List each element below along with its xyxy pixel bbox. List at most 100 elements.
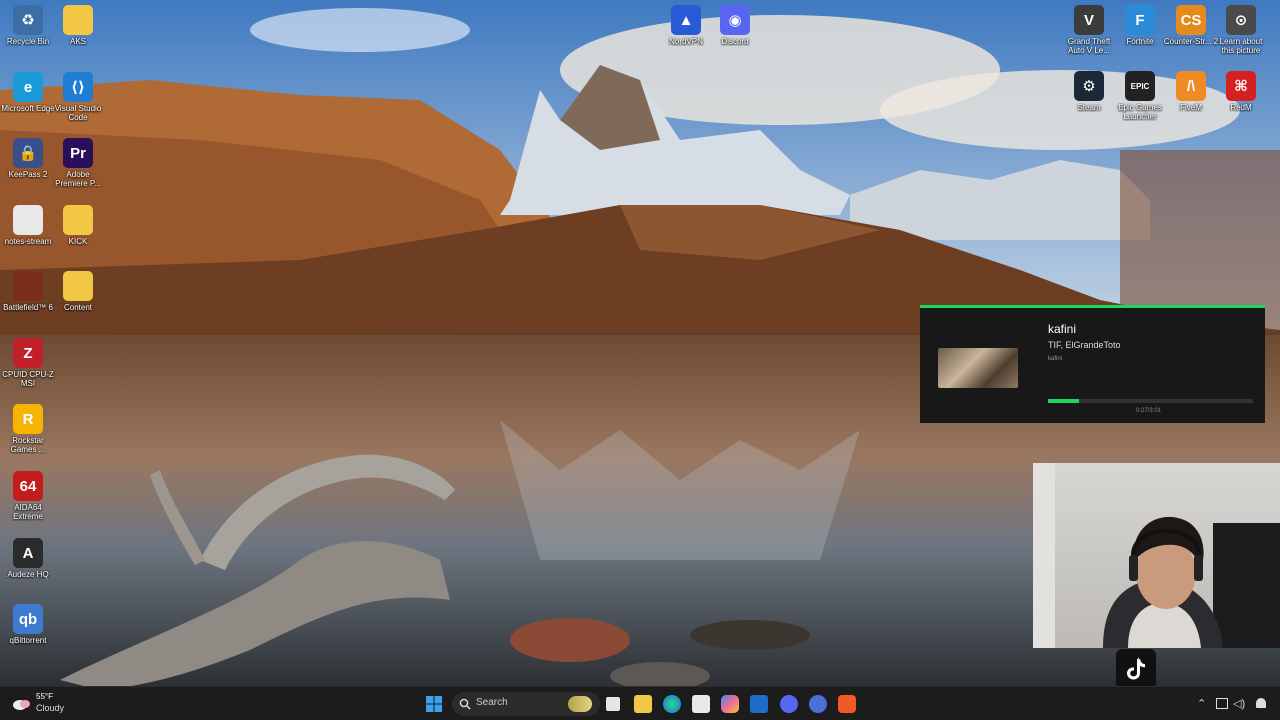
track-title: kafini: [1048, 322, 1077, 336]
progress-bar[interactable]: [1048, 399, 1253, 403]
desktop-icon-label: Learn about this picture: [1219, 37, 1263, 55]
gta-v-icon: V: [1074, 5, 1104, 35]
desktop-icon-label: Adobe Premiere P...: [55, 170, 101, 188]
desktop-icon-label: qBittorrent: [9, 636, 47, 645]
counter-strike-icon: CS: [1176, 5, 1206, 35]
taskbar-search[interactable]: Search: [452, 692, 600, 716]
chevron-up-icon[interactable]: ⌃: [1197, 697, 1206, 710]
desktop-icon-label: Discord: [721, 37, 749, 46]
desktop-icon[interactable]: notes-stream: [0, 205, 56, 246]
chrome-dino-icon: [568, 696, 592, 712]
desktop-icon-label: Microsoft Edge: [1, 104, 55, 113]
desktop-icon[interactable]: ⟨⟩ Visual Studio Code: [50, 72, 106, 122]
track-time: 0:27/3:01: [1136, 408, 1162, 414]
fortnite-icon: F: [1125, 5, 1155, 35]
weather-widget[interactable]: 55°F Cloudy: [12, 692, 72, 716]
outlook-icon[interactable]: [750, 695, 768, 713]
copilot-icon[interactable]: [721, 695, 739, 713]
search-placeholder: Search: [476, 697, 508, 708]
cloud-icon: [13, 700, 30, 710]
desktop-icon-label: NordVPN: [669, 37, 703, 46]
tiktok-logo-icon: [1116, 649, 1156, 689]
desktop-icon-label: Content: [63, 303, 93, 312]
brave-icon[interactable]: [838, 695, 856, 713]
desktop-icon[interactable]: ◉ Discord: [707, 5, 763, 46]
desktop-icon-label: Audeze HQ: [7, 570, 49, 579]
microsoft-edge-icon: e: [13, 72, 43, 102]
desktop-icon-label: RedM: [1230, 103, 1252, 112]
desktop-icon[interactable]: CS Counter-Str... 2: [1163, 5, 1219, 46]
webcam-overlay: [1033, 463, 1280, 648]
taskbar: 55°F Cloudy Search ⌃ ◁): [0, 686, 1280, 720]
desktop-icon[interactable]: V Grand Theft Auto V Le...: [1061, 5, 1117, 55]
desktop-icon-label: Epic Games Launcher: [1118, 103, 1162, 121]
desktop-icon[interactable]: 🔒 KeePass 2: [0, 138, 56, 179]
desktop-icon[interactable]: qb qBittorrent: [0, 604, 56, 645]
media-now-playing-card[interactable]: kafini TIF, ElGrandeToto kafini 0:27/3:0…: [920, 305, 1265, 423]
desktop-icon[interactable]: ▲ NordVPN: [658, 5, 714, 46]
weather-temperature: 55°F: [36, 692, 53, 701]
desktop-icon[interactable]: ⌘ RedM: [1213, 71, 1269, 112]
desktop-icon-label: Battlefield™ 6: [3, 303, 53, 312]
desktop-icon[interactable]: Pr Adobe Premiere P...: [50, 138, 106, 188]
desktop-icon[interactable]: AKS: [50, 5, 106, 46]
store-icon[interactable]: [692, 695, 710, 713]
desktop-icon[interactable]: A Audeze HQ: [0, 538, 56, 579]
task-view-icon[interactable]: [606, 697, 620, 711]
desktop-icon-label: notes-stream: [4, 237, 52, 246]
edge-icon[interactable]: [663, 695, 681, 713]
volume-icon[interactable]: ◁): [1233, 697, 1245, 710]
weather-condition: Cloudy: [36, 703, 65, 713]
desktop-icon-label: Recycle Bin: [6, 37, 50, 46]
desktop-icon[interactable]: ⚙ Steam: [1061, 71, 1117, 112]
desktop-icon[interactable]: EPIC Epic Games Launcher: [1112, 71, 1168, 121]
nordvpn-icon: ▲: [671, 5, 701, 35]
cpu-z-icon: Z: [13, 338, 43, 368]
recycle-bin-icon: ♻: [13, 5, 43, 35]
desktop-icon-label: Fortnite: [1126, 37, 1154, 46]
desktop-icon-label: Steam: [1077, 103, 1101, 112]
folder-icon: [63, 5, 93, 35]
aida64-icon: 64: [13, 471, 43, 501]
notification-bell-icon[interactable]: [1256, 698, 1266, 708]
fivem-icon: /\: [1176, 71, 1206, 101]
folder-icon: [63, 271, 93, 301]
windows-start-icon[interactable]: [425, 695, 443, 713]
keepass-icon: 🔒: [13, 138, 43, 168]
desktop-icon-label: AIDA64 Extreme: [13, 503, 43, 521]
file-explorer-icon[interactable]: [634, 695, 652, 713]
desktop-icon-label: KICK: [68, 237, 88, 246]
desktop-icon-label: Grand Theft Auto V Le...: [1067, 37, 1111, 55]
desktop-icon[interactable]: Battlefield™ 6: [0, 271, 56, 312]
desktop-icon[interactable]: e Microsoft Edge: [0, 72, 56, 113]
desktop-icon[interactable]: ⊙ Learn about this picture: [1213, 5, 1269, 55]
desktop-icon[interactable]: Content: [50, 271, 106, 312]
desktop-icon-label: FiveM: [1180, 103, 1202, 112]
desktop-icon[interactable]: KICK: [50, 205, 106, 246]
audeze-icon: A: [13, 538, 43, 568]
desktop-icon[interactable]: 64 AIDA64 Extreme: [0, 471, 56, 521]
adobe-premiere-icon: Pr: [63, 138, 93, 168]
progress-fill: [1048, 399, 1079, 403]
desktop-icon-label: Visual Studio Code: [54, 104, 102, 122]
desktop-icon-label: Rockstar Games ...: [10, 436, 46, 454]
desktop-icon[interactable]: R Rockstar Games ...: [0, 404, 56, 454]
desktop-icon[interactable]: F Fortnite: [1112, 5, 1168, 46]
album-art: [938, 348, 1018, 388]
desktop-icon-label: CPUID CPU-Z MSI: [2, 370, 54, 388]
search-icon: [459, 698, 471, 710]
track-artist: TIF, ElGrandeToto: [1048, 340, 1121, 350]
nordvpn-icon[interactable]: [809, 695, 827, 713]
battlefield-icon: [13, 271, 43, 301]
streamer-figure: [1033, 463, 1280, 648]
desktop-icon-label: KeePass 2: [8, 170, 48, 179]
desktop-icon-label: Counter-Str... 2: [1163, 37, 1219, 46]
desktop-icon[interactable]: ♻ Recycle Bin: [0, 5, 56, 46]
desktop-icon-label: AKS: [69, 37, 86, 46]
folder-icon: [63, 205, 93, 235]
visual-studio-code-icon: ⟨⟩: [63, 72, 93, 102]
discord-icon[interactable]: [780, 695, 798, 713]
desktop-icon[interactable]: Z CPUID CPU-Z MSI: [0, 338, 56, 388]
desktop-icon[interactable]: /\ FiveM: [1163, 71, 1219, 112]
network-icon[interactable]: [1216, 698, 1228, 709]
